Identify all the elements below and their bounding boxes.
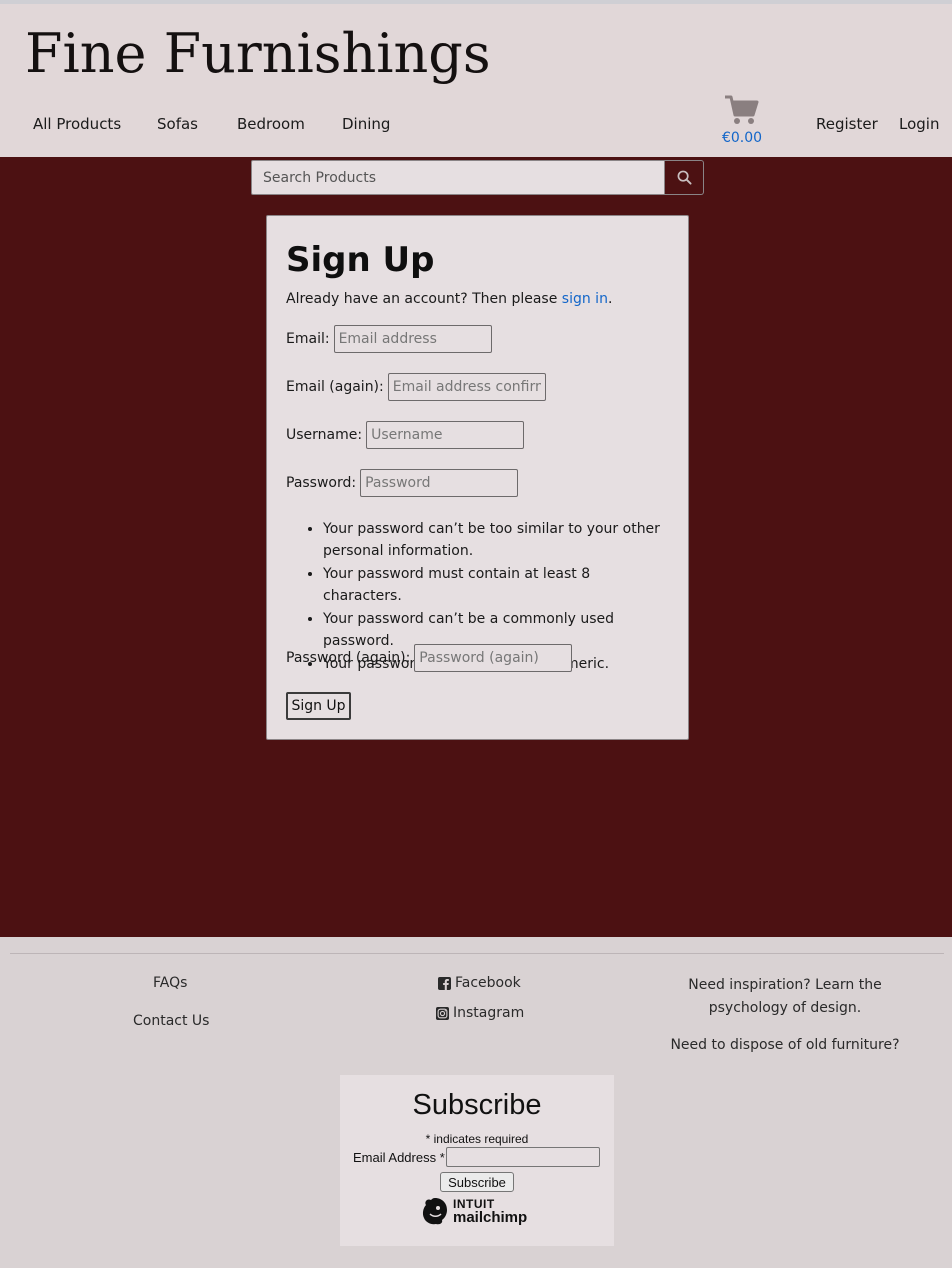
username-row: Username: xyxy=(286,421,525,449)
subscribe-email-field[interactable] xyxy=(445,1147,600,1167)
password-again-row: Password (again): xyxy=(286,644,573,672)
email-again-label: Email (again): xyxy=(286,379,384,395)
signin-prompt-period: . xyxy=(607,291,613,307)
password-row: Password: xyxy=(286,469,519,497)
instagram-link[interactable]: Instagram xyxy=(436,1005,524,1021)
mailchimp-freddie-icon xyxy=(422,1198,447,1225)
username-label: Username: xyxy=(286,427,363,443)
login-link[interactable]: Login xyxy=(899,115,939,133)
subscribe-email-row: Email Address * xyxy=(353,1147,600,1167)
password-label: Password: xyxy=(286,475,357,491)
cart-total: €0.00 xyxy=(721,130,763,146)
nav-bedroom[interactable]: Bedroom xyxy=(237,115,305,133)
site-footer: FAQs Contact Us Facebook Instagram Need … xyxy=(0,937,952,1268)
subscribe-email-label: Email Address * xyxy=(353,1149,445,1165)
facebook-icon xyxy=(438,976,451,990)
subscribe-button[interactable]: Subscribe xyxy=(440,1172,514,1192)
email-field[interactable] xyxy=(333,325,492,353)
contact-link[interactable]: Contact Us xyxy=(133,1013,209,1029)
search-form xyxy=(251,160,704,195)
mailchimp-text: mailchimp xyxy=(453,1209,528,1226)
facebook-label: Facebook xyxy=(455,975,521,991)
email-row: Email: xyxy=(286,325,492,353)
dispose-link[interactable]: Need to dispose of old furniture? xyxy=(655,1034,915,1057)
shopping-cart-icon xyxy=(725,95,759,124)
nav-sofas[interactable]: Sofas xyxy=(157,115,198,133)
facebook-link[interactable]: Facebook xyxy=(438,975,521,991)
password-again-label: Password (again): xyxy=(286,650,411,666)
search-input[interactable] xyxy=(251,160,665,195)
signup-button[interactable]: Sign Up xyxy=(286,692,351,720)
site-logo[interactable]: Fine Furnishings xyxy=(25,22,491,85)
nav-dining[interactable]: Dining xyxy=(342,115,390,133)
search-icon xyxy=(677,170,692,185)
email-label: Email: xyxy=(286,331,330,347)
password-rule: Your password must contain at least 8 ch… xyxy=(323,563,673,607)
required-note: * indicates required xyxy=(425,1132,529,1146)
email-again-field[interactable] xyxy=(387,373,546,401)
nav-all-products[interactable]: All Products xyxy=(33,115,121,133)
signin-prompt-text: Already have an account? Then please xyxy=(286,291,562,307)
site-header: Fine Furnishings All Products Sofas Bedr… xyxy=(0,4,952,157)
cart-link[interactable]: €0.00 xyxy=(718,94,766,146)
instagram-icon xyxy=(436,1006,449,1020)
inspiration-link[interactable]: Need inspiration? Learn the psychology o… xyxy=(655,974,915,1020)
username-field[interactable] xyxy=(366,421,525,449)
instagram-label: Instagram xyxy=(453,1005,525,1021)
signin-prompt: Already have an account? Then please sig… xyxy=(286,291,612,307)
subscribe-form: Subscribe * indicates required Email Add… xyxy=(340,1075,614,1246)
mailchimp-wordmark: INTUIT mailchimp xyxy=(453,1197,527,1225)
password-field[interactable] xyxy=(360,469,519,497)
subscribe-title: Subscribe xyxy=(412,1089,542,1121)
main-content: Sign Up Already have an account? Then pl… xyxy=(0,157,952,937)
password-rule: Your password can’t be too similar to yo… xyxy=(323,518,673,562)
signup-card: Sign Up Already have an account? Then pl… xyxy=(266,215,689,740)
email-again-row: Email (again): xyxy=(286,373,546,401)
faqs-link[interactable]: FAQs xyxy=(153,975,187,991)
page-title: Sign Up xyxy=(286,240,435,280)
register-link[interactable]: Register xyxy=(816,115,878,133)
signin-link[interactable]: sign in xyxy=(562,291,608,307)
password-again-field[interactable] xyxy=(414,644,573,672)
search-button[interactable] xyxy=(665,160,704,195)
mailchimp-logo[interactable]: INTUIT mailchimp xyxy=(420,1196,527,1226)
